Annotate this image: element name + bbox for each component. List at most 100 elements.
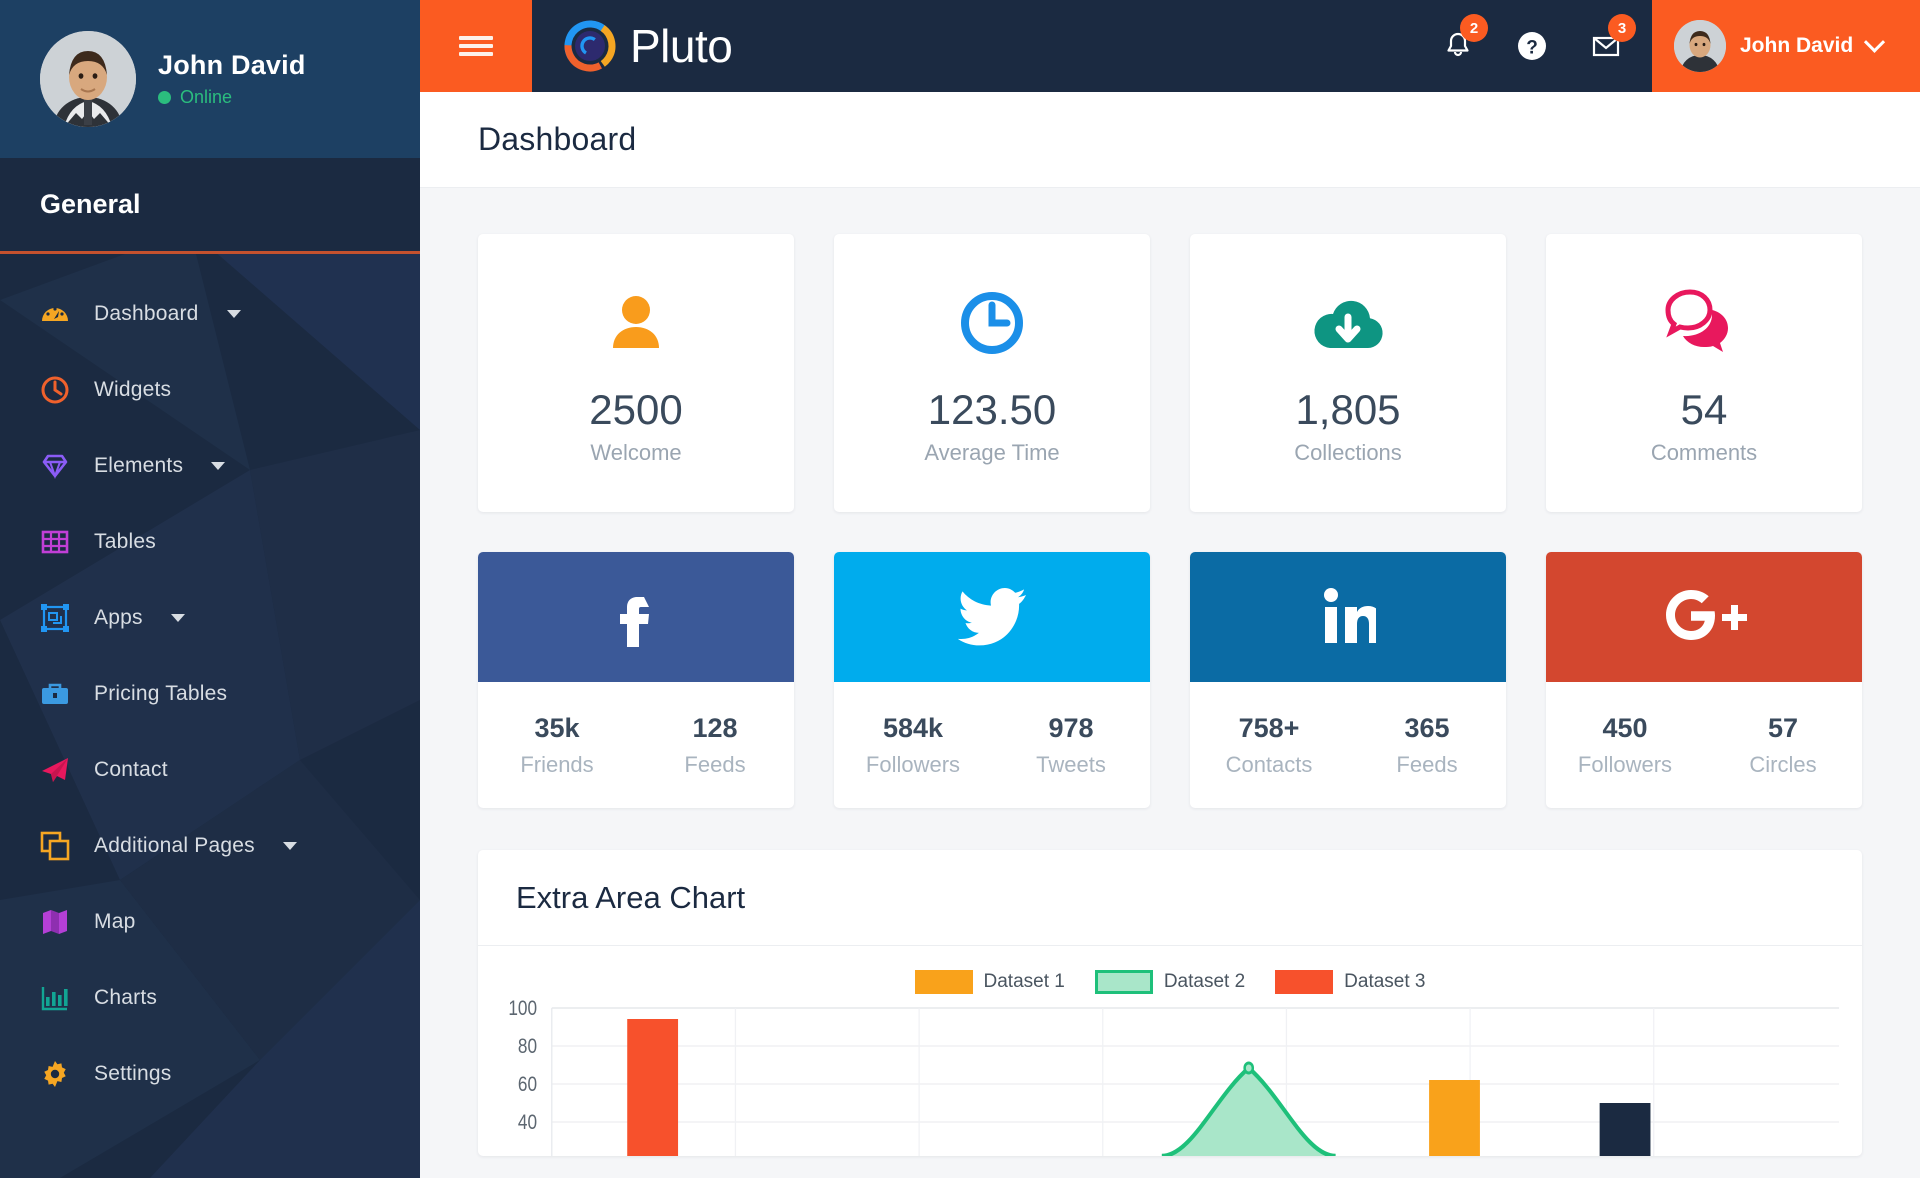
messages-badge: 3 [1608, 14, 1636, 42]
social-metric-label: Feeds [1396, 751, 1458, 777]
chart-title: Extra Area Chart [516, 879, 746, 915]
topbar-actions: 2 ? 3 [1438, 0, 1652, 92]
social-metric-label: Followers [1577, 751, 1673, 777]
stat-value: 123.50 [927, 386, 1057, 433]
sidebar-section-heading: General [0, 158, 420, 254]
online-dot-icon [158, 91, 171, 104]
social-card-linkedin[interactable]: 758+ Contacts 365 Feeds [1190, 552, 1506, 808]
sidebar-item-charts[interactable]: Charts [0, 960, 420, 1036]
person-icon [599, 280, 673, 366]
social-metric-value: 128 [692, 712, 738, 743]
chevron-down-icon [170, 614, 185, 622]
sidebar-item-label: Additional Pages [94, 834, 255, 857]
social-metric-value: 35k [534, 712, 580, 743]
clock-circle-icon [38, 373, 72, 407]
chevron-down-icon [1864, 31, 1886, 53]
social-metric-value: 758+ [1238, 712, 1300, 743]
notifications-badge: 2 [1460, 14, 1488, 42]
sidebar-item-label: Settings [94, 1062, 172, 1085]
legend-swatch [1275, 970, 1334, 994]
avatar [1674, 20, 1726, 72]
sidebar-item-label: Charts [94, 986, 158, 1009]
stat-label: Average Time [924, 440, 1060, 465]
brand-name: Pluto [630, 20, 733, 72]
sidebar-item-settings[interactable]: Settings [0, 1036, 420, 1112]
sidebar-item-widgets[interactable]: Widgets [0, 352, 420, 428]
social-metric: 758+ Contacts [1190, 713, 1348, 778]
twitter-icon [958, 588, 1026, 646]
pluto-logo-icon [564, 20, 616, 72]
social-card-metrics: 35k Friends 128 Feeds [478, 682, 794, 808]
social-metric-value: 365 [1404, 712, 1450, 743]
social-metric: 365 Feeds [1348, 713, 1506, 778]
sidebar-item-tables[interactable]: Tables [0, 504, 420, 580]
hamburger-menu-button[interactable] [420, 0, 532, 92]
sidebar-profile[interactable]: John David Online [0, 0, 420, 158]
social-metric-value: 57 [1767, 712, 1799, 743]
social-metric-label: Feeds [684, 751, 746, 777]
social-metric: 978 Tweets [992, 713, 1150, 778]
hamburger-line [459, 44, 493, 48]
social-metric-label: Contacts [1225, 751, 1313, 777]
social-card-twitter[interactable]: 584k Followers 978 Tweets [834, 552, 1150, 808]
sidebar: John David Online General Dashboard Widg… [0, 0, 420, 1178]
legend-item[interactable]: Dataset 3 [1275, 970, 1425, 994]
help-button[interactable]: ? [1512, 26, 1552, 66]
chart-plot-area: Dataset 1 Dataset 2 Dataset 3 100 80 60 … [478, 946, 1862, 1156]
sidebar-nav: Dashboard Widgets Elements Tables Apps P… [0, 254, 420, 1112]
dashboard-content: 2500 Welcome 123.50 Average Time 1,805 C… [420, 188, 1920, 1178]
social-metric: 450 Followers [1546, 713, 1704, 778]
page-header: Dashboard [420, 92, 1920, 188]
sidebar-item-label: Contact [94, 758, 168, 781]
notifications-button[interactable]: 2 [1438, 14, 1488, 66]
stat-card-comments[interactable]: 54 Comments [1546, 234, 1862, 512]
bar-chart-icon [38, 981, 72, 1015]
apps-frame-icon [38, 601, 72, 635]
sidebar-item-additional-pages[interactable]: Additional Pages [0, 808, 420, 884]
area-dataset2-point [1243, 1061, 1255, 1075]
social-card-facebook[interactable]: 35k Friends 128 Feeds [478, 552, 794, 808]
social-cards-row: 35k Friends 128 Feeds 584k Followers 978… [478, 552, 1862, 808]
sidebar-item-pricing-tables[interactable]: Pricing Tables [0, 656, 420, 732]
sidebar-item-dashboard[interactable]: Dashboard [0, 276, 420, 352]
top-navigation-bar: Pluto 2 ? 3 John David [420, 0, 1920, 92]
sidebar-item-contact[interactable]: Contact [0, 732, 420, 808]
social-card-header [1546, 552, 1862, 682]
stat-card-collections[interactable]: 1,805 Collections [1190, 234, 1506, 512]
brand-logo[interactable]: Pluto [532, 0, 733, 92]
sidebar-item-label: Map [94, 910, 136, 933]
stat-card-welcome[interactable]: 2500 Welcome [478, 234, 794, 512]
stat-label: Welcome [590, 440, 682, 465]
messages-button[interactable]: 3 [1586, 14, 1636, 66]
legend-item[interactable]: Dataset 2 [1094, 970, 1245, 994]
sidebar-item-label: Tables [94, 530, 156, 553]
avatar-photo [40, 31, 136, 127]
social-metric-value: 450 [1602, 712, 1648, 743]
svg-text:?: ? [1526, 38, 1538, 59]
bar-dataset1 [1429, 1080, 1480, 1156]
bar-dataset4 [1599, 1103, 1651, 1156]
stat-card-average-time[interactable]: 123.50 Average Time [834, 234, 1150, 512]
briefcase-icon [38, 677, 72, 711]
social-card-googleplus[interactable]: 450 Followers 57 Circles [1546, 552, 1862, 808]
user-menu[interactable]: John David [1652, 0, 1920, 92]
stat-value: 1,805 [1295, 386, 1401, 433]
sidebar-item-label: Dashboard [94, 302, 199, 325]
legend-label: Dataset 1 [983, 971, 1065, 992]
legend-swatch [1094, 970, 1153, 994]
y-tick-label: 40 [518, 1112, 537, 1135]
stat-label: Comments [1650, 440, 1758, 465]
sidebar-item-apps[interactable]: Apps [0, 580, 420, 656]
sidebar-item-elements[interactable]: Elements [0, 428, 420, 504]
profile-status-label: Online [180, 87, 233, 107]
legend-item[interactable]: Dataset 1 [914, 970, 1065, 994]
user-menu-name: John David [1740, 34, 1854, 57]
app-root: John David Online General Dashboard Widg… [0, 0, 1920, 1178]
social-card-metrics: 758+ Contacts 365 Feeds [1190, 682, 1506, 808]
legend-label: Dataset 3 [1344, 971, 1426, 992]
sidebar-item-map[interactable]: Map [0, 884, 420, 960]
clock-icon [955, 280, 1029, 366]
chart-legend: Dataset 1 Dataset 2 Dataset 3 [478, 970, 1862, 994]
y-tick-label: 60 [518, 1074, 537, 1097]
